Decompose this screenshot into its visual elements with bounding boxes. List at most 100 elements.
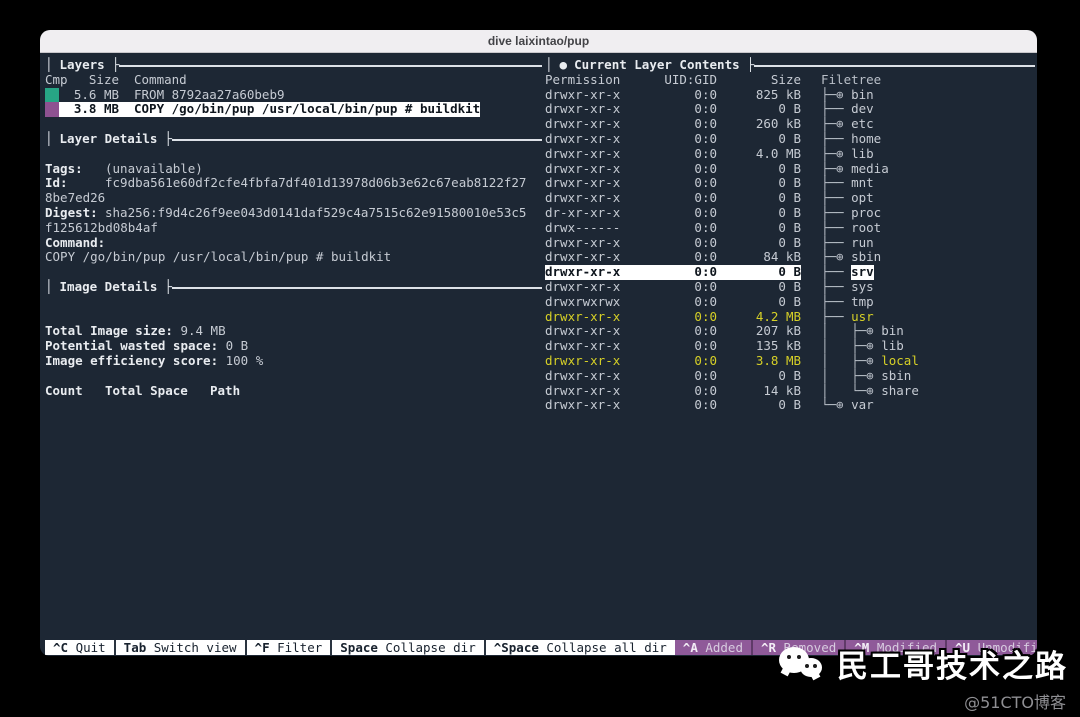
column-header-cmp: Cmp [45, 73, 59, 88]
traffic-lights [52, 35, 104, 47]
id-line-wrap: 8be7ed26 [45, 191, 542, 206]
file-uid-gid: 0:0 [621, 369, 717, 384]
id-line: Id: fc9dba561e60df2cfe4fbfa7df401d13978d… [45, 176, 542, 191]
file-permission: drwxr-xr-x [545, 147, 621, 162]
tree-branch-glyph: │ ├─⊕ [821, 369, 881, 384]
tree-branch-glyph: ├── [821, 102, 851, 117]
file-row[interactable]: drwxr-xr-x 0:0 0 B ├── run [545, 236, 1035, 251]
file-size: 0 B [717, 132, 801, 147]
column-header-uid-gid: UID:GID [621, 73, 717, 88]
blank-line [45, 295, 542, 310]
shortcut-item[interactable]: ^AAdded [675, 640, 751, 655]
panel-border-glyph: ├ [164, 280, 172, 295]
layer-row[interactable]: 5.6 MBFROM 8792aa27a60beb9 [45, 88, 542, 103]
panel-border-glyph: │ [45, 132, 53, 147]
tree-branch-glyph: ├── [821, 206, 851, 221]
layer-details-header: │ Layer Details ├ [45, 132, 542, 147]
shortcut-item[interactable]: ^SpaceCollapse all dir [484, 640, 675, 655]
file-row[interactable]: drwxr-xr-x 0:0 0 B ├─⊕ media [545, 162, 1035, 177]
shortcut-label: Filter [277, 640, 322, 655]
watermark-text: 民工哥技术之路 [837, 641, 1068, 686]
active-panel-bullet-icon: ● [560, 58, 568, 73]
file-uid-gid: 0:0 [621, 324, 717, 339]
layers-panel-title: Layers [60, 58, 105, 73]
shortcut-key: ^R [761, 640, 776, 655]
file-permission: drwxr-xr-x [545, 236, 621, 251]
file-size: 0 B [717, 221, 801, 236]
column-header-count: Count [45, 384, 105, 399]
file-row[interactable]: drwxr-xr-x 0:0 84 kB ├─⊕ sbin [545, 250, 1035, 265]
layer-row-text: 3.8 MBCOPY /go/bin/pup /usr/local/bin/pu… [59, 102, 480, 117]
tags-label: Tags: [45, 162, 105, 177]
digest-line: Digest: sha256:f9d4c26f9ee043d0141daf529… [45, 206, 542, 221]
file-uid-gid: 0:0 [621, 295, 717, 310]
digest-label: Digest: [45, 206, 105, 221]
tree-branch-glyph: ├─⊕ [821, 250, 851, 265]
command-label: Command: [45, 236, 105, 251]
tree-branch-glyph: │ ├─⊕ [821, 339, 881, 354]
tree-branch-glyph: ├── [821, 280, 851, 295]
blank-line [45, 265, 542, 280]
file-row[interactable]: drwxr-xr-x 0:0 3.8 MB │ ├─⊕ local [545, 354, 1035, 369]
file-row[interactable]: drwxr-xr-x 0:0 0 B ├── mnt [545, 176, 1035, 191]
file-row[interactable]: drwxr-xr-x 0:0 4.2 MB ├── usr [545, 310, 1035, 325]
file-row[interactable]: drwxr-xr-x 0:0 0 B ├── sys [545, 280, 1035, 295]
traffic-light-button[interactable] [92, 35, 104, 47]
command-label-line: Command: [45, 236, 542, 251]
file-row[interactable]: drwxr-xr-x 0:0 207 kB │ ├─⊕ bin [545, 324, 1035, 339]
layer-row[interactable]: 3.8 MBCOPY /go/bin/pup /usr/local/bin/pu… [45, 102, 542, 117]
layers-panel-header: │ Layers ├ [45, 58, 542, 73]
file-name: media [851, 162, 889, 177]
file-row[interactable]: drwxrwxrwx 0:0 0 B ├── tmp [545, 295, 1035, 310]
file-uid-gid: 0:0 [621, 162, 717, 177]
traffic-light-button[interactable] [52, 35, 64, 47]
window-titlebar[interactable]: dive laixintao/pup [40, 30, 1037, 53]
file-row[interactable]: drwxr-xr-x 0:0 0 B ├── srv [545, 265, 1035, 280]
file-uid-gid: 0:0 [621, 236, 717, 251]
shortcut-item[interactable]: TabSwitch view [114, 640, 245, 655]
file-row[interactable]: drwxr-xr-x 0:0 135 kB │ ├─⊕ lib [545, 339, 1035, 354]
layer-contents-panel: │ ● Current Layer Contents ├ Permission … [545, 58, 1035, 413]
shortcut-item[interactable]: SpaceCollapse dir [330, 640, 483, 655]
tree-branch-glyph: ├─⊕ [821, 117, 851, 132]
shortcut-key: Tab [124, 640, 147, 655]
layer-color-swatch [45, 88, 59, 103]
shortcut-label: Collapse dir [385, 640, 475, 655]
shortcut-item[interactable]: ^FFilter [245, 640, 331, 655]
file-permission: drwxr-xr-x [545, 398, 621, 413]
file-row[interactable]: drwx------ 0:0 0 B ├── root [545, 221, 1035, 236]
file-uid-gid: 0:0 [621, 339, 717, 354]
file-row[interactable]: drwxr-xr-x 0:0 0 B └─⊕ var [545, 398, 1035, 413]
file-permission: drwxr-xr-x [545, 310, 621, 325]
file-row[interactable]: drwxr-xr-x 0:0 4.0 MB ├─⊕ lib [545, 147, 1035, 162]
layer-details-title: Layer Details [60, 132, 158, 147]
file-row[interactable]: drwxr-xr-x 0:0 14 kB │ └─⊕ share [545, 384, 1035, 399]
shortcut-item[interactable]: ^CQuit [45, 640, 114, 655]
column-header-filesize: Size [717, 73, 801, 88]
file-uid-gid: 0:0 [621, 132, 717, 147]
file-row[interactable]: drwxr-xr-x 0:0 0 B ├── dev [545, 102, 1035, 117]
file-row[interactable]: drwxr-xr-x 0:0 0 B │ ├─⊕ sbin [545, 369, 1035, 384]
image-stat-line: Image efficiency score: 100 % [45, 354, 542, 369]
file-name: root [851, 221, 881, 236]
shortcut-key: ^A [683, 640, 698, 655]
file-row[interactable]: drwxr-xr-x 0:0 260 kB ├─⊕ etc [545, 117, 1035, 132]
file-row[interactable]: drwxr-xr-x 0:0 0 B ├── opt [545, 191, 1035, 206]
file-size: 260 kB [717, 117, 801, 132]
tree-branch-glyph: │ ├─⊕ [821, 354, 881, 369]
file-size: 0 B [717, 191, 801, 206]
file-row[interactable]: drwxr-xr-x 0:0 0 B ├── home [545, 132, 1035, 147]
file-row[interactable]: dr-xr-xr-x 0:0 0 B ├── proc [545, 206, 1035, 221]
file-permission: drwxr-xr-x [545, 176, 621, 191]
column-header-path: Path [210, 384, 240, 399]
panel-border-glyph: ├ [112, 58, 120, 73]
file-permission: drwxr-xr-x [545, 339, 621, 354]
file-uid-gid: 0:0 [621, 354, 717, 369]
column-header-size: Size [59, 73, 119, 88]
traffic-light-button[interactable] [72, 35, 84, 47]
file-uid-gid: 0:0 [621, 265, 717, 280]
file-permission: drwxr-xr-x [545, 102, 621, 117]
file-name: proc [851, 206, 881, 221]
file-permission: drwxr-xr-x [545, 369, 621, 384]
file-row[interactable]: drwxr-xr-x 0:0 825 kB ├─⊕ bin [545, 88, 1035, 103]
